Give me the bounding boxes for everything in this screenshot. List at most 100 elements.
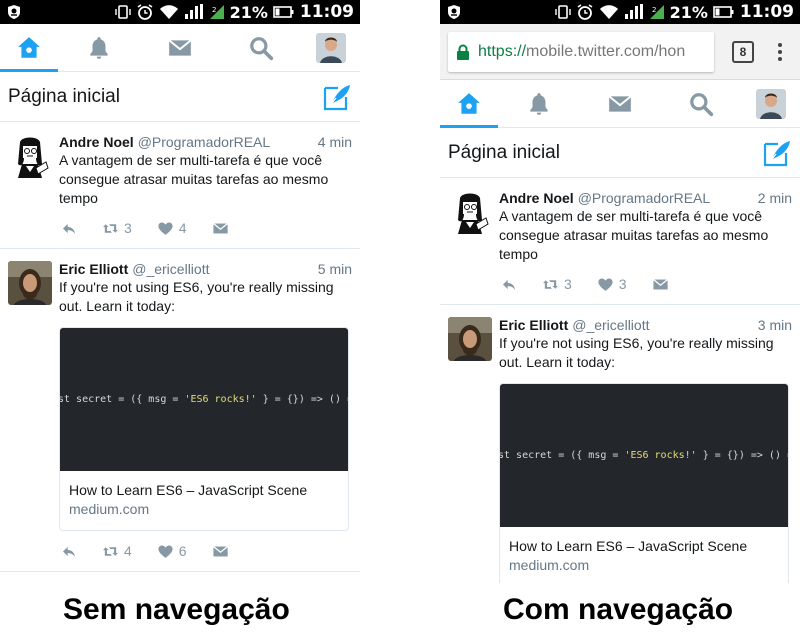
compose-tweet-icon[interactable] [762, 138, 792, 168]
envelope-icon [607, 91, 633, 117]
page-header: Página inicial [0, 72, 360, 122]
tweet-author-name[interactable]: Andre Noel [59, 134, 134, 150]
search-icon [248, 35, 274, 61]
like-button[interactable]: 3 [597, 276, 627, 293]
reply-button[interactable] [501, 276, 517, 293]
bell-icon [86, 35, 112, 61]
retweet-icon [102, 543, 119, 560]
phone-screen-with-browser-nav: 2 21% 11:09 https://mobile.twitter.com/h… [440, 0, 800, 583]
retweet-button[interactable]: 4 [102, 543, 132, 560]
tweet-timestamp: 5 min [317, 261, 352, 277]
tweet-author-handle[interactable]: @ProgramadorREAL [138, 134, 271, 150]
nav-messages[interactable] [139, 24, 220, 72]
link-card[interactable]: st secret = ({ msg = 'ES6 rocks!' } = {}… [499, 383, 789, 583]
reply-icon [61, 220, 77, 237]
clock: 11:09 [299, 2, 354, 22]
tweet-author-handle[interactable]: @ProgramadorREAL [578, 190, 711, 206]
alarm-icon [577, 4, 593, 20]
avatar[interactable] [448, 317, 492, 361]
reply-icon [501, 276, 517, 293]
avatar[interactable] [448, 190, 492, 234]
page-header: Página inicial [440, 128, 800, 178]
signal-sim2-icon: 2 [209, 5, 224, 19]
nav-profile[interactable] [302, 24, 360, 72]
like-button[interactable]: 6 [157, 543, 187, 560]
wifi-icon [599, 5, 618, 19]
compose-tweet-icon[interactable] [322, 82, 352, 112]
reply-icon [61, 543, 77, 560]
avatar[interactable] [8, 134, 52, 178]
bell-icon [526, 91, 552, 117]
nav-home[interactable] [0, 24, 58, 72]
tweet[interactable]: Eric Elliott @_ericelliott 5 min If you'… [0, 249, 360, 572]
tweet-timestamp: 2 min [757, 190, 792, 206]
browser-menu-icon[interactable] [768, 40, 792, 64]
shield-icon [8, 5, 20, 19]
direct-message-icon [212, 543, 229, 560]
tweet-author-handle[interactable]: @_ericelliott [572, 317, 649, 333]
tweet-author-name[interactable]: Eric Elliott [59, 261, 128, 277]
envelope-icon [167, 35, 193, 61]
tweet-text: If you're not using ES6, you're really m… [59, 279, 334, 314]
shield-icon [448, 5, 460, 19]
avatar [755, 88, 786, 119]
retweet-button[interactable]: 3 [102, 220, 132, 237]
tweet[interactable]: Andre Noel @ProgramadorREAL 4 min A vant… [0, 122, 360, 249]
like-count: 6 [178, 543, 187, 559]
link-card-image: st secret = ({ msg = 'ES6 rocks!' } = {}… [500, 384, 788, 527]
link-card-image: st secret = ({ msg = 'ES6 rocks!' } = {}… [60, 328, 348, 471]
alarm-icon [137, 4, 153, 20]
nav-messages[interactable] [579, 80, 660, 128]
signal-sim2-icon: 2 [649, 5, 664, 19]
tweet-author-name[interactable]: Andre Noel [499, 190, 574, 206]
url-field[interactable]: https://mobile.twitter.com/hon [448, 31, 714, 72]
reply-button[interactable] [61, 543, 77, 560]
tweet-text: If you're not using ES6, you're really m… [499, 335, 774, 370]
direct-message-button[interactable] [212, 220, 229, 237]
heart-icon [157, 220, 174, 237]
like-button[interactable]: 4 [157, 220, 187, 237]
tab-switcher-button[interactable]: 8 [732, 40, 754, 63]
retweet-count: 3 [124, 220, 132, 236]
like-count: 3 [618, 276, 627, 292]
home-icon [16, 35, 42, 61]
status-bar: 2 21% 11:09 [0, 0, 360, 24]
code-snippet: st secret = ({ msg = 'ES6 rocks!' } = {}… [60, 394, 348, 405]
tweet-author-name[interactable]: Eric Elliott [499, 317, 568, 333]
tweet-text: A vantagem de ser multi-tarefa é que voc… [59, 152, 329, 206]
caption-with-navigation: Com navegação [503, 593, 734, 626]
heart-icon [597, 276, 614, 293]
link-card-title: How to Learn ES6 – JavaScript Scene [509, 538, 748, 554]
caption-without-navigation: Sem navegação [63, 593, 290, 626]
direct-message-icon [212, 220, 229, 237]
direct-message-button[interactable] [212, 543, 229, 560]
tweet[interactable]: Andre Noel @ProgramadorREAL 2 min A vant… [440, 178, 800, 305]
tweet-actions: 3 3 [499, 264, 792, 304]
tweet[interactable]: Eric Elliott @_ericelliott 3 min If you'… [440, 305, 800, 583]
direct-message-button[interactable] [652, 276, 669, 293]
nav-search[interactable] [661, 80, 742, 128]
svg-text:2: 2 [212, 6, 216, 14]
avatar [315, 32, 346, 63]
status-bar: 2 21% 11:09 [440, 0, 800, 24]
avatar[interactable] [8, 261, 52, 305]
reply-button[interactable] [61, 220, 77, 237]
lock-icon [457, 44, 469, 60]
retweet-button[interactable]: 3 [542, 276, 572, 293]
nav-search[interactable] [221, 24, 302, 72]
phone-screen-without-browser-nav: 2 21% 11:09 Página inicial Andre Noel @P… [0, 0, 360, 583]
page-title: Página inicial [8, 85, 120, 107]
battery-icon [273, 6, 294, 18]
code-snippet: st secret = ({ msg = 'ES6 rocks!' } = {}… [500, 450, 788, 461]
home-icon [456, 91, 482, 117]
nav-notifications[interactable] [498, 80, 579, 128]
tweet-author-handle[interactable]: @_ericelliott [132, 261, 209, 277]
battery-icon [713, 6, 734, 18]
nav-profile[interactable] [742, 80, 800, 128]
battery-percent: 21% [229, 2, 268, 22]
nav-home[interactable] [440, 80, 498, 128]
retweet-icon [542, 276, 559, 293]
link-card[interactable]: st secret = ({ msg = 'ES6 rocks!' } = {}… [59, 327, 349, 531]
browser-toolbar: https://mobile.twitter.com/hon 8 [440, 24, 800, 80]
nav-notifications[interactable] [58, 24, 139, 72]
